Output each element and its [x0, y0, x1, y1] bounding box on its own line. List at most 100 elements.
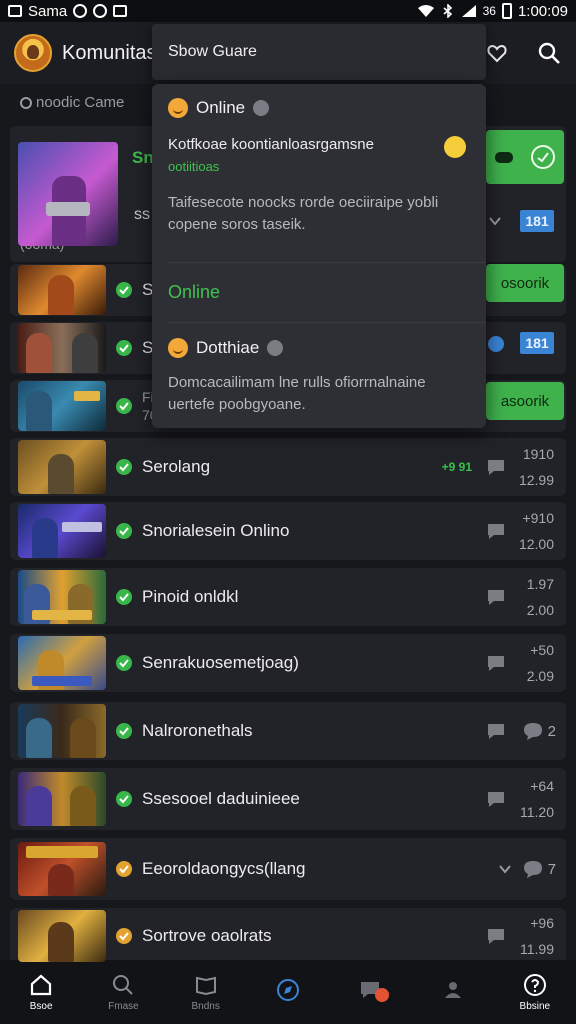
game-name: Senrakuosemetjoag) [142, 653, 299, 672]
check-icon [116, 655, 132, 671]
status-network-text: 36 [482, 4, 496, 18]
check-icon [116, 791, 132, 807]
game-icon [20, 96, 32, 109]
chat-icon[interactable] [486, 927, 506, 945]
game-thumbnail [18, 842, 106, 896]
bottom-navigation: Bsoe Fmase Bndns Bbsine [0, 960, 576, 1024]
check-icon [116, 928, 132, 944]
list-item[interactable]: Snorialesein Onlino +910 12.00 [0, 500, 576, 562]
status-left-text: Sama [28, 2, 68, 20]
featured-row2-label: ss [134, 206, 150, 223]
avatar[interactable] [14, 34, 52, 72]
comment-count: 7 [522, 859, 556, 879]
score-stack: 1.97 2.00 [526, 576, 554, 618]
ping-indicator: +9 91 [441, 460, 472, 474]
featured-score-badge: 181 [520, 210, 554, 232]
game-name: Snorialesein Onlino [142, 521, 290, 540]
game-name: Sortrove oaolrats [142, 926, 272, 945]
emoji-icon [168, 338, 188, 358]
featured-game-name: Sn [132, 148, 154, 167]
nav-search[interactable]: Fmase [82, 973, 164, 1012]
comment-icon [523, 723, 542, 740]
list-item[interactable]: Ssesooel daduinieee +64 11.20 [0, 766, 576, 832]
nav-help[interactable]: Bbsine [494, 973, 576, 1012]
smiley-icon [444, 136, 466, 158]
wifi-icon [417, 5, 434, 17]
chat-icon[interactable] [486, 522, 506, 540]
section-label: noodic Came [20, 94, 124, 111]
compass-icon [276, 979, 299, 1001]
status-bar: Sama 36 1:00:09 [0, 0, 576, 22]
dropdown-item-body: Domcacailimam lne rulls ofiorrnalnaine u… [168, 374, 426, 413]
chat-icon[interactable] [486, 790, 506, 808]
game-thumbnail [18, 323, 106, 373]
page-title: Komunitas [62, 41, 157, 64]
chat-icon[interactable] [486, 458, 506, 476]
dropdown-item-online[interactable]: Online Kotfkoae koontianloasrgamsne ooti… [168, 98, 470, 236]
info-icon [267, 340, 284, 356]
check-icon [116, 282, 132, 298]
game-thumbnail [18, 142, 118, 246]
game-thumbnail [18, 381, 106, 431]
dropdown-item-online-status[interactable]: Online [168, 282, 470, 303]
game-thumbnail [18, 504, 106, 558]
game-name: Eeoroldaongycs(llang [142, 859, 306, 878]
chat-icon[interactable] [486, 588, 506, 606]
home-icon [31, 974, 52, 995]
nav-library[interactable]: Bndns [165, 973, 247, 1012]
list-item[interactable]: Pinoid onldkl 1.97 2.00 [0, 566, 576, 628]
nav-messages[interactable] [329, 978, 411, 1006]
check-icon [116, 340, 132, 356]
game-thumbnail [18, 570, 106, 624]
list-item[interactable]: Nalroronethals 2 [0, 700, 576, 762]
signal-icon [461, 5, 476, 17]
chevron-down-icon[interactable] [498, 862, 512, 876]
bluetooth-icon [443, 4, 452, 18]
list-item[interactable]: Eeoroldaongycs(llang 7 [0, 836, 576, 902]
screenshot-icon [8, 5, 22, 17]
battery-icon [501, 3, 512, 19]
game-name: Serolang [142, 457, 211, 476]
nav-social[interactable] [411, 978, 493, 1006]
chat-icon[interactable] [486, 654, 506, 672]
open-button[interactable]: asoorik [486, 382, 564, 420]
check-icon [116, 398, 132, 414]
score-stack: +910 12.00 [518, 510, 554, 552]
game-thumbnail [18, 265, 106, 315]
nav-explore[interactable] [247, 978, 329, 1006]
chevron-down-icon[interactable] [488, 214, 502, 228]
list-item[interactable]: Sortrove oaolrats +96 11.99 [0, 906, 576, 966]
game-name: Ssesooel daduinieee [142, 789, 300, 808]
open-button[interactable]: osoorik [486, 264, 564, 302]
nav-home[interactable]: Bsoe [0, 973, 82, 1012]
check-icon [116, 723, 132, 739]
chat-icon[interactable] [486, 722, 506, 740]
check-icon [116, 459, 132, 475]
dropdown-item-offline[interactable]: Dotthiae Domcacailimam lne rulls ofiorrn… [168, 338, 470, 416]
check-icon [116, 861, 132, 877]
game-thumbnail [18, 440, 106, 494]
dropdown-header[interactable]: Sbow Guare [152, 24, 486, 80]
score-stack: +96 11.99 [520, 915, 554, 957]
search-icon[interactable] [536, 40, 562, 66]
timer-icon [531, 145, 555, 169]
info-icon [253, 100, 270, 116]
list-item[interactable]: Serolang +9 91 1910 12.99 [0, 436, 576, 498]
score-stack: 1910 12.99 [518, 446, 554, 488]
game-thumbnail [18, 772, 106, 826]
check-icon [116, 523, 132, 539]
notification-badge [375, 988, 390, 1002]
game-name: Nalroronethals [142, 721, 253, 740]
gamepad-icon [495, 152, 513, 163]
chat-icon[interactable] [488, 336, 504, 352]
game-name: Pinoid onldkl [142, 587, 239, 606]
featured-action-button[interactable] [486, 130, 564, 184]
people-icon [444, 982, 461, 998]
help-icon [523, 973, 546, 996]
emoji-icon [168, 98, 188, 118]
score-stack: +64 11.20 [520, 778, 554, 820]
game-thumbnail [18, 910, 106, 962]
check-icon [116, 589, 132, 605]
list-item[interactable]: Senrakuosemetjoag) +50 2.09 [0, 632, 576, 694]
heart-icon[interactable] [484, 40, 510, 66]
